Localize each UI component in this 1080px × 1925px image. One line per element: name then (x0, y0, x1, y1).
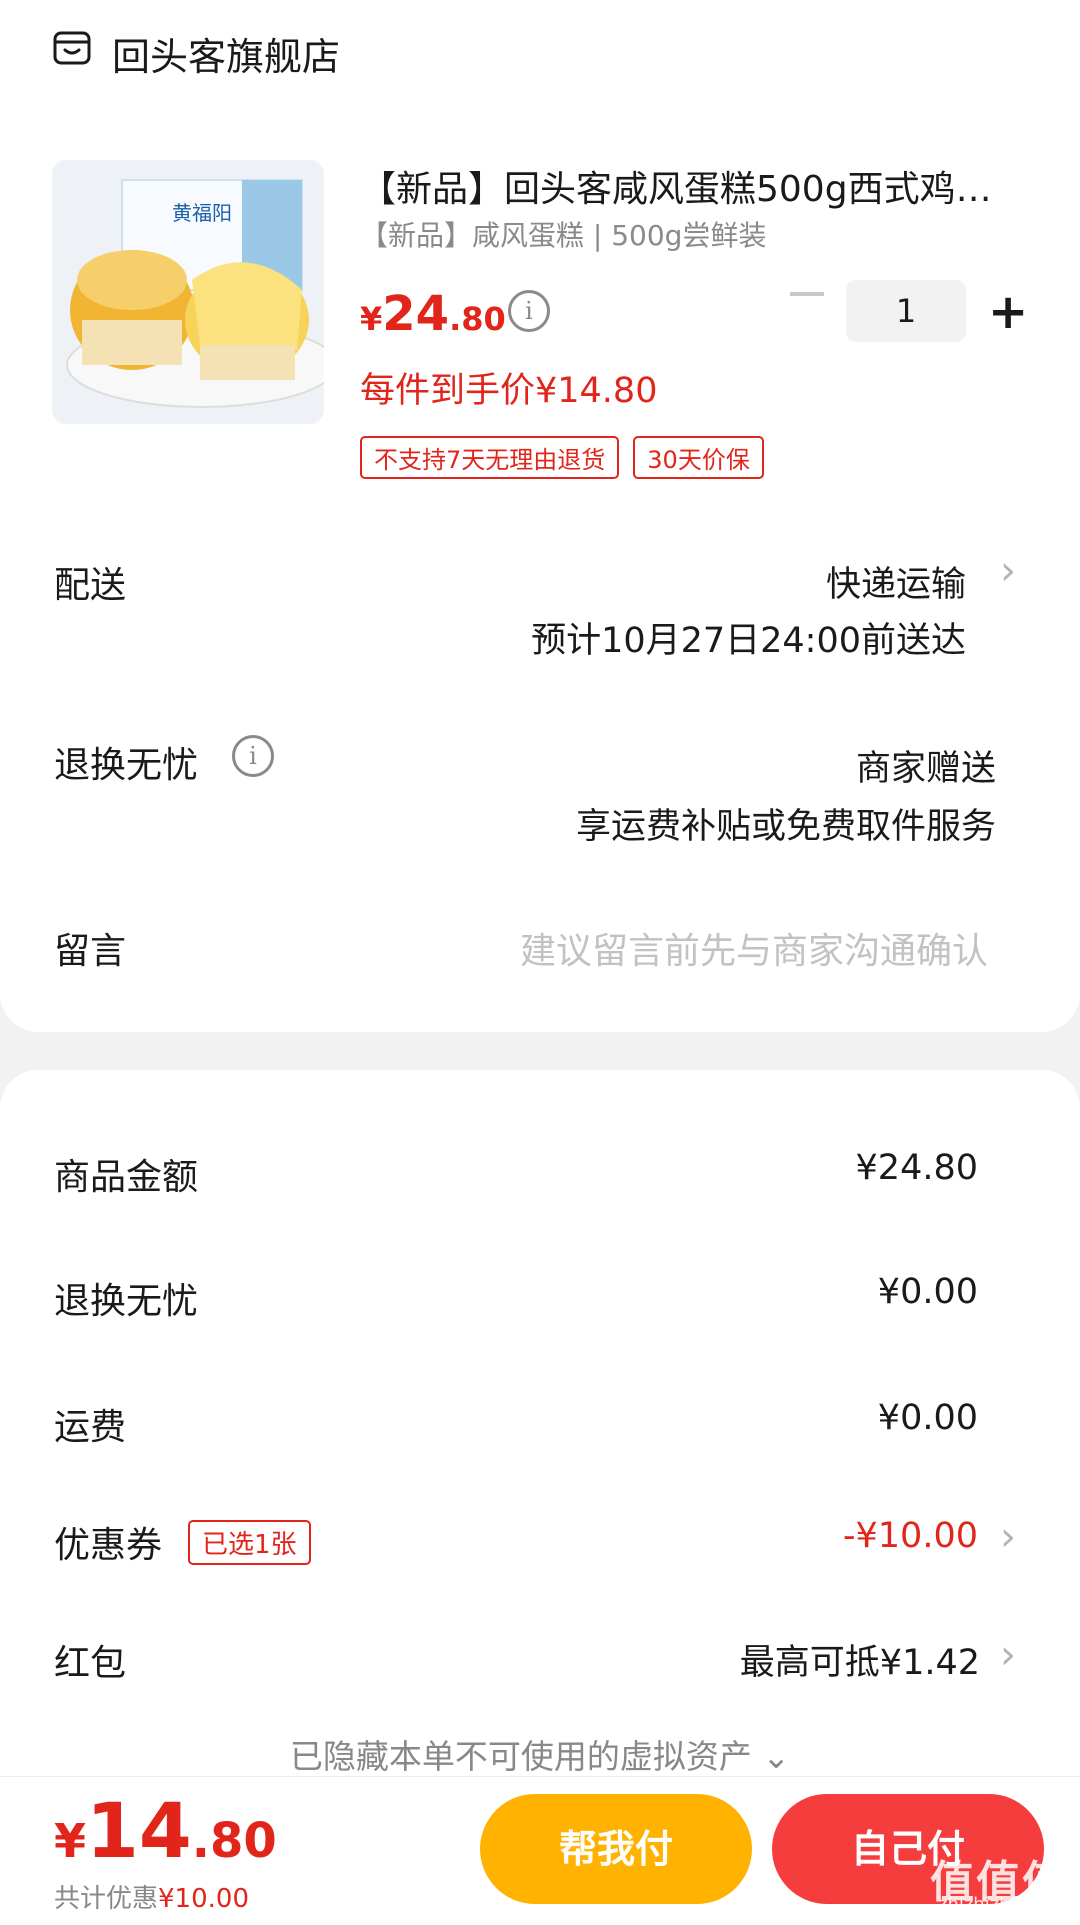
coupon-label: 优惠券 (54, 1525, 163, 1566)
delivery-method[interactable]: 快递运输 (826, 556, 966, 607)
hidden-assets-toggle[interactable]: 已隐藏本单不可使用的虚拟资产 ⌄ (0, 1730, 1080, 1778)
product-title[interactable]: 【新品】回头客咸风蛋糕500g西式鸡… (360, 160, 1020, 212)
total-saving: 共计优惠¥10.00 (54, 1884, 249, 1914)
goods-amount-value: ¥24.80 (855, 1148, 978, 1188)
shipping-value: ¥0.00 (877, 1398, 978, 1438)
quantity-minus-button[interactable] (790, 292, 824, 296)
shipping-label: 运费 (54, 1407, 127, 1448)
product-tags: 不支持7天无理由退货 30天价保 (360, 436, 764, 479)
message-label: 留言 (54, 931, 127, 972)
quantity-value[interactable]: 1 (846, 280, 966, 342)
return-fee-value: ¥0.00 (877, 1272, 978, 1312)
return-label: 退换无忧 (54, 745, 199, 786)
message-input[interactable]: 建议留言前先与商家沟通确认 (520, 922, 988, 974)
help-pay-button[interactable]: 帮我付 (480, 1794, 752, 1904)
product-price: ¥24.80 (360, 286, 506, 342)
watermark-site: zhizhizhi.com (938, 1894, 1060, 1915)
deal-price: 每件到手价¥14.80 (360, 371, 658, 411)
price-info-icon[interactable]: i (508, 290, 550, 332)
delivery-label: 配送 (54, 565, 127, 606)
tag-no-return: 不支持7天无理由退货 (360, 436, 620, 479)
return-sub: 享运费补贴或免费取件服务 (575, 807, 996, 847)
product-image[interactable]: 黄福阳 (52, 160, 324, 424)
tag-price-protect: 30天价保 (633, 436, 764, 479)
coupon-chevron-icon[interactable]: › (1000, 1514, 1016, 1560)
order-card (0, 0, 1080, 1032)
product-spec[interactable]: 【新品】咸风蛋糕 | 500g尝鲜装 (360, 214, 766, 254)
shop-name[interactable]: 回头客旗舰店 (112, 26, 340, 81)
return-value: 商家赠送 (855, 749, 996, 789)
store-icon (53, 31, 91, 65)
coupon-value[interactable]: -¥10.00 (843, 1516, 978, 1556)
svg-text:黄福阳: 黄福阳 (172, 201, 232, 225)
delivery-chevron-icon[interactable]: › (1000, 548, 1016, 594)
coupon-badge: 已选1张 (188, 1520, 311, 1565)
return-fee-label: 退换无忧 (54, 1281, 199, 1322)
goods-amount-label: 商品金额 (54, 1157, 199, 1198)
total-price: ¥14.80 (54, 1786, 277, 1875)
redpacket-chevron-icon[interactable]: › (1000, 1632, 1016, 1678)
return-info-icon[interactable]: i (232, 735, 274, 777)
redpacket-label: 红包 (54, 1643, 127, 1684)
quantity-plus-button[interactable]: + (988, 288, 1028, 336)
redpacket-value[interactable]: 最高可抵¥1.42 (740, 1634, 980, 1685)
delivery-eta: 预计10月27日24:00前送达 (531, 621, 966, 661)
